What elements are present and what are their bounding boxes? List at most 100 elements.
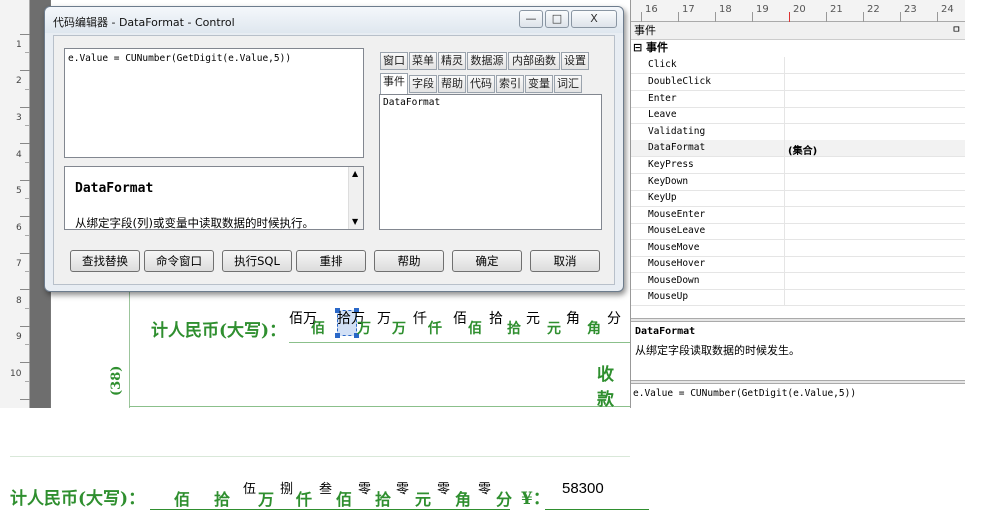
preview-unit: 角 — [455, 490, 472, 509]
field-value: 分 — [607, 311, 621, 327]
field-unit: 万 — [357, 321, 371, 337]
description-text: 从绑定字段读取数据的时候发生。 — [635, 344, 800, 357]
ruler-number: 7 — [16, 259, 22, 269]
amount-value: 58300 — [562, 480, 604, 497]
yen-label: ¥： — [521, 489, 550, 509]
ruler-number: 6 — [16, 223, 22, 233]
ok-button[interactable]: 确定 — [452, 250, 522, 272]
field-value: 元 — [526, 311, 540, 327]
splitter[interactable] — [631, 380, 965, 384]
help-scrollbar[interactable]: ▲ ▼ — [348, 167, 363, 229]
property-row[interactable]: KeyDown — [631, 174, 965, 191]
ruler-number: 9 — [16, 332, 22, 342]
tab-code[interactable]: 代码 — [467, 75, 495, 93]
tab-vocabulary[interactable]: 词汇 — [554, 75, 582, 93]
property-row[interactable]: KeyPress — [631, 157, 965, 174]
property-row[interactable]: MouseUp — [631, 289, 965, 306]
tab-fields[interactable]: 字段 — [409, 75, 437, 93]
splitter[interactable] — [631, 318, 965, 322]
rearrange-button[interactable]: 重排 — [296, 250, 366, 272]
preview-digit: 零 — [478, 482, 492, 497]
preview-unit: 拾 — [375, 490, 392, 509]
property-row[interactable]: KeyUp — [631, 190, 965, 207]
property-row[interactable]: Validating — [631, 124, 965, 141]
minimize-button[interactable]: — — [519, 10, 543, 28]
code-editor-dialog: 代码编辑器 - DataFormat - Control — □ X e.Val… — [44, 6, 624, 292]
help-description: 从绑定字段(列)或变量中读取数据的时候执行。 — [75, 216, 314, 230]
property-row[interactable]: MouseDown — [631, 273, 965, 290]
ruler-number: 2 — [16, 76, 22, 86]
find-replace-button[interactable]: 查找替换 — [70, 250, 140, 272]
cancel-button[interactable]: 取消 — [530, 250, 600, 272]
exec-sql-button[interactable]: 执行SQL — [222, 250, 292, 272]
property-row[interactable]: MouseHover — [631, 256, 965, 273]
ruler-number: 24 — [941, 4, 954, 15]
ruler-number: 19 — [756, 4, 769, 15]
property-row[interactable]: MouseEnter — [631, 207, 965, 224]
list-item[interactable]: DataFormat — [383, 97, 598, 108]
field-value: 万 — [377, 311, 391, 327]
preview-digit: 伍 — [243, 482, 257, 497]
tab-internal-functions[interactable]: 内部函数 — [508, 52, 560, 70]
property-row[interactable]: Leave — [631, 107, 965, 124]
preview-digit: 叁 — [319, 482, 333, 497]
tab-help[interactable]: 帮助 — [438, 75, 466, 93]
pin-icon[interactable]: ㅁ — [952, 22, 961, 39]
property-row[interactable]: Click — [631, 57, 965, 74]
property-row[interactable]: MouseLeave — [631, 223, 965, 240]
field-unit: 仟 — [428, 321, 442, 337]
field-unit: 元 — [547, 321, 561, 337]
scroll-up-icon[interactable]: ▲ — [352, 169, 358, 178]
tab-variables[interactable]: 变量 — [525, 75, 553, 93]
ruler-number: 5 — [16, 186, 22, 196]
tab-wizard[interactable]: 精灵 — [438, 52, 466, 70]
ruler-number: 17 — [682, 4, 695, 15]
field-unit: 佰 — [468, 321, 482, 337]
command-window-button[interactable]: 命令窗口 — [144, 250, 214, 272]
preview-digit: 捌 — [280, 482, 294, 497]
preview-digit: 零 — [437, 482, 451, 497]
event-list[interactable]: DataFormat — [379, 94, 602, 230]
property-row[interactable]: Enter — [631, 91, 965, 108]
code-editor[interactable]: e.Value = CUNumber(GetDigit(e.Value,5)) — [64, 48, 364, 158]
expression-text[interactable]: e.Value = CUNumber(GetDigit(e.Value,5)) — [633, 388, 856, 399]
preview-digit: 零 — [396, 482, 410, 497]
tab-settings[interactable]: 设置 — [561, 52, 589, 70]
preview-unit: 分 — [496, 490, 513, 509]
field-value: 佰 — [453, 311, 467, 327]
property-row[interactable]: MouseMove — [631, 240, 965, 257]
category-events[interactable]: ⊟ 事件 — [631, 40, 965, 56]
left-ruler: 1 2 3 4 5 6 7 8 9 10 — [0, 0, 30, 408]
side-label: (38) — [109, 365, 124, 396]
preview-digit: 零 — [358, 482, 372, 497]
field-unit: 佰 — [311, 321, 325, 337]
preview-unit: 仟 — [296, 490, 313, 509]
help-title: DataFormat — [75, 181, 154, 196]
tab-datasource[interactable]: 数据源 — [467, 52, 507, 70]
tab-menu[interactable]: 菜单 — [409, 52, 437, 70]
field-unit: 万 — [392, 321, 406, 337]
tab-window[interactable]: 窗口 — [380, 52, 408, 70]
print-preview: 计人民币(大写)： 佰 拾 伍 万 捌 仟 叁 佰 零 拾 零 元 零 角 零 … — [0, 408, 987, 523]
amount-label: 计人民币(大写)： — [151, 321, 287, 341]
property-row[interactable]: DoubleClick — [631, 74, 965, 91]
maximize-button[interactable]: □ — [545, 10, 569, 28]
ruler-number: 16 — [645, 4, 658, 15]
tab-events[interactable]: 事件 — [380, 73, 408, 95]
help-pane: DataFormat 从绑定字段(列)或变量中读取数据的时候执行。 ▲ ▼ — [64, 166, 364, 230]
title-bar[interactable]: 代码编辑器 - DataFormat - Control — □ X — [45, 7, 623, 33]
help-button[interactable]: 帮助 — [374, 250, 444, 272]
field-value: 拾 — [489, 311, 503, 327]
ruler-number: 3 — [16, 113, 22, 123]
ruler-number: 21 — [830, 4, 843, 15]
properties-panel: 16 17 18 19 20 21 22 23 24 事件 ㅁ ⊟ 事件 Cli… — [630, 0, 965, 408]
property-row-dataformat[interactable]: DataFormat (集合) — [631, 140, 965, 157]
ruler-number: 23 — [904, 4, 917, 15]
tab-index[interactable]: 索引 — [496, 75, 524, 93]
top-ruler: 16 17 18 19 20 21 22 23 24 — [631, 0, 965, 22]
ruler-number: 1 — [16, 40, 22, 50]
receipt-label: 收款 — [597, 365, 614, 408]
scroll-down-icon[interactable]: ▼ — [352, 217, 358, 226]
close-button[interactable]: X — [571, 10, 617, 28]
preview-unit: 元 — [415, 490, 432, 509]
